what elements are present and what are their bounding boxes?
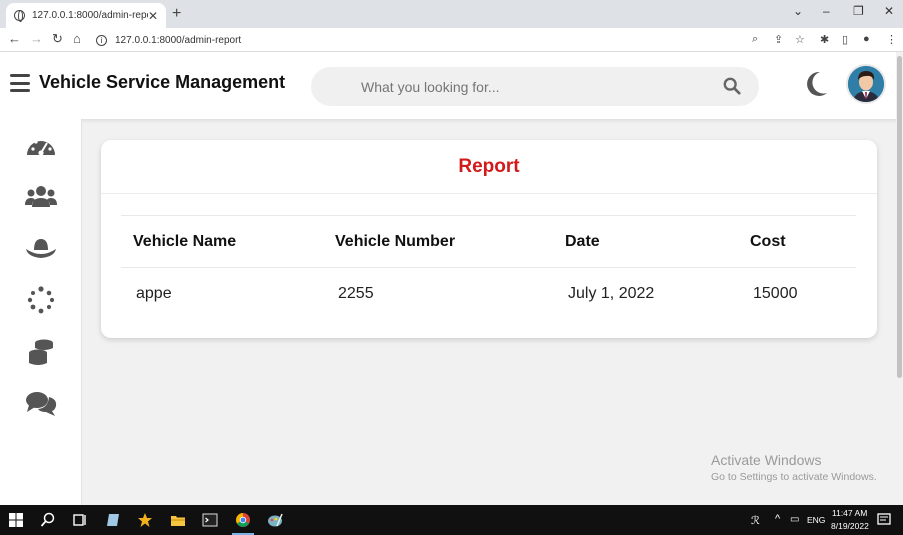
zoom-icon[interactable]: ⌕ (752, 33, 758, 46)
date-cell: July 1, 2022 (568, 285, 655, 302)
spinner-icon[interactable] (24, 285, 58, 315)
tab-search-icon[interactable]: ⌄ (793, 4, 803, 18)
star-app-icon[interactable] (137, 512, 153, 528)
app-pad-icon[interactable] (105, 512, 121, 528)
activate-windows-watermark: Activate Windows Go to Settings to activ… (711, 452, 877, 483)
notifications-icon[interactable] (876, 512, 892, 528)
tray-chevron-icon[interactable]: ^ (775, 513, 780, 525)
browser-tab-bar: 127.0.0.1:8000/admin-report ✕ + ⌄ – ❐ ✕ (0, 0, 903, 28)
terminal-icon[interactable] (202, 512, 218, 528)
url-text: 127.0.0.1:8000/admin-report (115, 34, 242, 46)
comments-icon[interactable] (24, 389, 58, 419)
share-icon[interactable]: ⇪ (774, 33, 783, 46)
extensions-icon[interactable]: ✱ (820, 33, 829, 46)
tab-title: 127.0.0.1:8000/admin-report (32, 10, 148, 21)
table-row: appe 2255 July 1, 2022 15000 (121, 267, 856, 319)
paint-app-icon[interactable] (267, 512, 283, 528)
sidebar (0, 119, 82, 505)
watermark-subtitle: Go to Settings to activate Windows. (711, 471, 877, 483)
table-header-row: Vehicle Name Vehicle Number Date Cost (121, 215, 856, 267)
address-bar: ← → ↻ ⌂ i 127.0.0.1:8000/admin-report ⌕ … (0, 28, 903, 52)
chrome-icon[interactable] (235, 512, 251, 528)
vehicle-number-cell: 2255 (338, 285, 374, 302)
column-header: Vehicle Number (335, 233, 456, 250)
mechanic-hat-icon[interactable] (24, 233, 58, 263)
report-table: Vehicle Name Vehicle Number Date Cost ap… (121, 215, 856, 319)
cost-cell: 15000 (753, 285, 798, 302)
home-icon[interactable]: ⌂ (73, 31, 81, 46)
app-header: Vehicle Service Management (0, 52, 903, 119)
report-card: Report Vehicle Name Vehicle Number Date … (101, 140, 877, 338)
people-icon[interactable]: ℛ (751, 514, 760, 527)
hamburger-menu-icon[interactable] (10, 74, 30, 92)
watermark-title: Activate Windows (711, 452, 822, 468)
side-panel-icon[interactable]: ▯ (842, 33, 848, 46)
bookmark-star-icon[interactable]: ☆ (795, 33, 805, 46)
new-tab-button[interactable]: + (172, 5, 181, 23)
column-header: Vehicle Name (133, 233, 237, 250)
search-bar (311, 67, 759, 106)
menu-dots-icon[interactable]: ⋮ (886, 33, 897, 46)
search-input[interactable] (359, 78, 699, 96)
task-view-icon[interactable] (72, 512, 88, 528)
close-tab-icon[interactable]: ✕ (148, 9, 158, 23)
restore-button[interactable]: ❐ (853, 4, 864, 18)
forward-icon[interactable]: → (30, 31, 43, 46)
report-title: Report (458, 156, 520, 177)
back-icon[interactable]: ← (8, 31, 21, 46)
url-field[interactable]: i 127.0.0.1:8000/admin-report (96, 32, 776, 48)
windows-taskbar: ℛ ^ ▭ ENG 11:47 AM 8/19/2022 (0, 505, 903, 535)
dashboard-icon[interactable] (24, 131, 58, 161)
file-explorer-icon[interactable] (170, 512, 186, 528)
brand-title: Vehicle Service Management (39, 72, 286, 92)
column-header: Cost (750, 233, 786, 250)
window-close-button[interactable]: ✕ (884, 4, 894, 18)
search-taskbar-icon[interactable] (40, 512, 56, 528)
site-info-icon[interactable]: i (96, 34, 107, 46)
search-icon[interactable] (723, 77, 741, 95)
profile-icon[interactable]: ● (863, 33, 870, 45)
avatar[interactable] (846, 64, 886, 104)
dark-mode-moon-icon[interactable] (803, 70, 829, 98)
browser-tab[interactable]: 127.0.0.1:8000/admin-report ✕ (6, 3, 166, 28)
clock-time[interactable]: 11:47 AM (832, 508, 867, 518)
language-indicator[interactable]: ENG (807, 515, 825, 525)
reload-icon[interactable]: ↻ (52, 31, 63, 47)
coins-icon[interactable] (24, 337, 58, 367)
clock-date[interactable]: 8/19/2022 (831, 521, 869, 531)
scrollbar-thumb[interactable] (897, 56, 902, 378)
globe-icon (14, 10, 25, 22)
divider (101, 193, 877, 194)
vehicle-name-cell: appe (136, 285, 172, 302)
windows-start-icon[interactable] (8, 512, 24, 528)
users-icon[interactable] (24, 182, 58, 212)
column-header: Date (565, 233, 600, 250)
battery-icon[interactable]: ▭ (790, 514, 799, 525)
minimize-button[interactable]: – (823, 4, 830, 18)
page-scrollbar[interactable] (896, 52, 903, 505)
